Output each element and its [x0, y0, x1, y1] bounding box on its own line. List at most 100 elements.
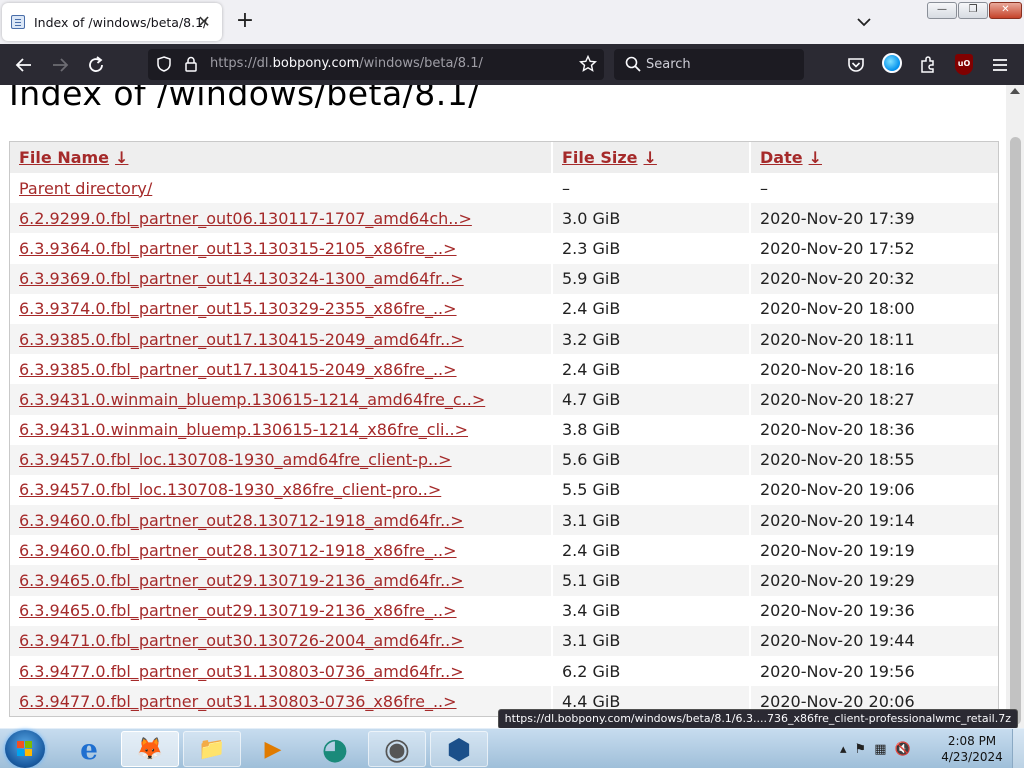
file-link[interactable]: 6.3.9385.0.fbl_partner_out17.130415-2049…: [19, 360, 457, 379]
file-size: 5.9 GiB: [551, 263, 750, 294]
file-size: 3.1 GiB: [551, 625, 750, 656]
network-app-icon[interactable]: ◕: [306, 731, 364, 767]
file-link[interactable]: 6.3.9374.0.fbl_partner_out15.130329-2355…: [19, 299, 457, 318]
list-all-tabs-button[interactable]: [852, 12, 876, 32]
minimize-button[interactable]: —: [927, 2, 957, 19]
sort-by-file-size-link[interactable]: File Size: [562, 148, 638, 167]
sort-arrow-icon[interactable]: ↓: [809, 148, 822, 167]
sort-arrow-icon[interactable]: ↓: [115, 148, 128, 167]
tab-index-windows-beta[interactable]: Index of /windows/beta/8.1/ ✕: [2, 3, 222, 41]
file-size: 2.4 GiB: [551, 293, 750, 324]
pocket-icon: [848, 58, 864, 72]
disc-burner-icon[interactable]: ◉: [368, 731, 426, 767]
file-link[interactable]: 6.3.9385.0.fbl_partner_out17.130415-2049…: [19, 330, 464, 349]
file-size: 5.5 GiB: [551, 474, 750, 506]
network-icon[interactable]: ▦: [874, 742, 886, 757]
reload-icon: [89, 56, 103, 72]
file-link[interactable]: Parent directory/: [19, 179, 152, 198]
file-size: 5.6 GiB: [551, 444, 750, 475]
file-date: 2020-Nov-20 18:55: [749, 444, 998, 475]
new-tab-button[interactable]: +: [234, 10, 256, 33]
file-size: 3.4 GiB: [551, 595, 750, 626]
close-tab-icon[interactable]: ✕: [194, 12, 214, 32]
file-size: –: [551, 173, 750, 204]
puzzle-piece-icon: [921, 56, 934, 73]
close-window-button[interactable]: ✕: [989, 2, 1022, 19]
file-link[interactable]: 6.2.9299.0.fbl_partner_out06.130117-1707…: [19, 209, 472, 228]
page-viewport: Index of /windows/beta/8.1/ File Name ↓ F…: [0, 85, 1006, 728]
forward-button[interactable]: [49, 54, 71, 76]
file-link[interactable]: 6.3.9457.0.fbl_loc.130708-1930_x86fre_cl…: [19, 480, 441, 499]
address-bar[interactable]: https://dl.bobpony.com/windows/beta/8.1/: [148, 49, 604, 80]
file-link[interactable]: 6.3.9465.0.fbl_partner_out29.130719-2136…: [19, 601, 457, 620]
extensions-button[interactable]: [917, 54, 939, 76]
file-link[interactable]: 6.3.9477.0.fbl_partner_out31.130803-0736…: [19, 662, 464, 681]
forward-arrow-icon: [53, 58, 69, 72]
internet-explorer-icon[interactable]: e: [60, 731, 118, 767]
show-desktop-button[interactable]: [1012, 729, 1024, 768]
table-row: 6.3.9431.0.winmain_bluemp.130615-1214_x8…: [10, 414, 998, 445]
file-size: 4.7 GiB: [551, 384, 750, 415]
action-center-flag-icon[interactable]: ⚑: [855, 742, 867, 757]
file-explorer-icon[interactable]: 📁: [183, 731, 241, 767]
show-hidden-icons-icon[interactable]: ▴: [840, 742, 847, 757]
table-row: 6.3.9385.0.fbl_partner_out17.130415-2049…: [10, 323, 998, 355]
file-link[interactable]: 6.3.9364.0.fbl_partner_out13.130315-2105…: [19, 239, 457, 258]
file-link[interactable]: 6.3.9465.0.fbl_partner_out29.130719-2136…: [19, 571, 464, 590]
table-row: 6.3.9471.0.fbl_partner_out30.130726-2004…: [10, 625, 998, 656]
media-player-icon[interactable]: ▶: [244, 731, 302, 767]
scrollbar-thumb[interactable]: [1010, 137, 1021, 725]
volume-muted-icon[interactable]: 🔇: [894, 742, 910, 757]
file-date: 2020-Nov-20 18:00: [749, 293, 998, 324]
file-listing: File Name ↓ File Size ↓ Date ↓ Parent direc…: [9, 141, 999, 718]
restore-button[interactable]: ❐: [958, 2, 988, 19]
lock-icon[interactable]: [182, 55, 200, 73]
bookmark-star-icon[interactable]: [578, 54, 598, 73]
file-link[interactable]: 6.3.9431.0.winmain_bluemp.130615-1214_x8…: [19, 420, 468, 439]
url-text[interactable]: https://dl.bobpony.com/windows/beta/8.1/: [210, 56, 483, 71]
file-date: 2020-Nov-20 19:06: [749, 474, 998, 506]
sort-arrow-icon[interactable]: ↓: [644, 148, 657, 167]
windows-logo-icon: [17, 741, 33, 757]
url-path: /windows/beta/8.1/: [359, 56, 483, 71]
file-link[interactable]: 6.3.9369.0.fbl_partner_out14.130324-1300…: [19, 269, 464, 288]
app-menu-button[interactable]: [989, 54, 1011, 76]
sort-by-file-name-link[interactable]: File Name: [19, 148, 109, 167]
file-link[interactable]: 6.3.9471.0.fbl_partner_out30.130726-2004…: [19, 631, 464, 650]
file-link[interactable]: 6.3.9431.0.winmain_bluemp.130615-1214_am…: [19, 390, 485, 409]
table-row: 6.3.9465.0.fbl_partner_out29.130719-2136…: [10, 565, 998, 596]
file-link[interactable]: 6.3.9460.0.fbl_partner_out28.130712-1918…: [19, 541, 457, 560]
table-header-row: File Name ↓ File Size ↓ Date ↓: [10, 142, 998, 173]
file-size: 6.2 GiB: [551, 656, 750, 687]
start-button[interactable]: [5, 730, 45, 768]
sort-by-date-link[interactable]: Date: [760, 148, 803, 167]
file-date: 2020-Nov-20 18:11: [749, 323, 998, 355]
table-row: 6.3.9385.0.fbl_partner_out17.130415-2049…: [10, 354, 998, 385]
column-header-date[interactable]: Date ↓: [749, 142, 998, 173]
file-size: 5.1 GiB: [551, 565, 750, 596]
scroll-up-arrow-icon[interactable]: [1010, 88, 1020, 94]
search-box[interactable]: Search: [614, 49, 804, 80]
account-avatar-icon[interactable]: [882, 53, 902, 73]
firefox-icon[interactable]: 🦊: [121, 731, 179, 767]
reload-button[interactable]: [85, 54, 107, 76]
system-clock[interactable]: 2:08 PM 4/23/2024: [940, 733, 1004, 765]
column-header-file-name[interactable]: File Name ↓: [10, 142, 552, 173]
file-size: 3.8 GiB: [551, 414, 750, 445]
table-row: Parent directory/ – –: [10, 173, 998, 204]
column-header-file-size[interactable]: File Size ↓: [551, 142, 750, 173]
ublock-origin-icon[interactable]: uO: [955, 54, 973, 75]
pocket-button[interactable]: [845, 54, 867, 76]
virtualbox-icon[interactable]: ⬢: [430, 731, 488, 767]
file-size: 2.4 GiB: [551, 535, 750, 566]
file-date: 2020-Nov-20 17:52: [749, 233, 998, 264]
file-link[interactable]: 6.3.9457.0.fbl_loc.130708-1930_amd64fre_…: [19, 450, 452, 469]
back-button[interactable]: [13, 54, 35, 76]
file-link[interactable]: 6.3.9460.0.fbl_partner_out28.130712-1918…: [19, 511, 464, 530]
system-tray: ▴ ⚑ ▦ 🔇: [840, 729, 911, 768]
file-link[interactable]: 6.3.9477.0.fbl_partner_out31.130803-0736…: [19, 692, 457, 711]
file-date: 2020-Nov-20 18:27: [749, 384, 998, 415]
vertical-scrollbar[interactable]: [1006, 85, 1024, 728]
file-date: 2020-Nov-20 19:36: [749, 595, 998, 626]
shield-icon[interactable]: [155, 55, 173, 73]
